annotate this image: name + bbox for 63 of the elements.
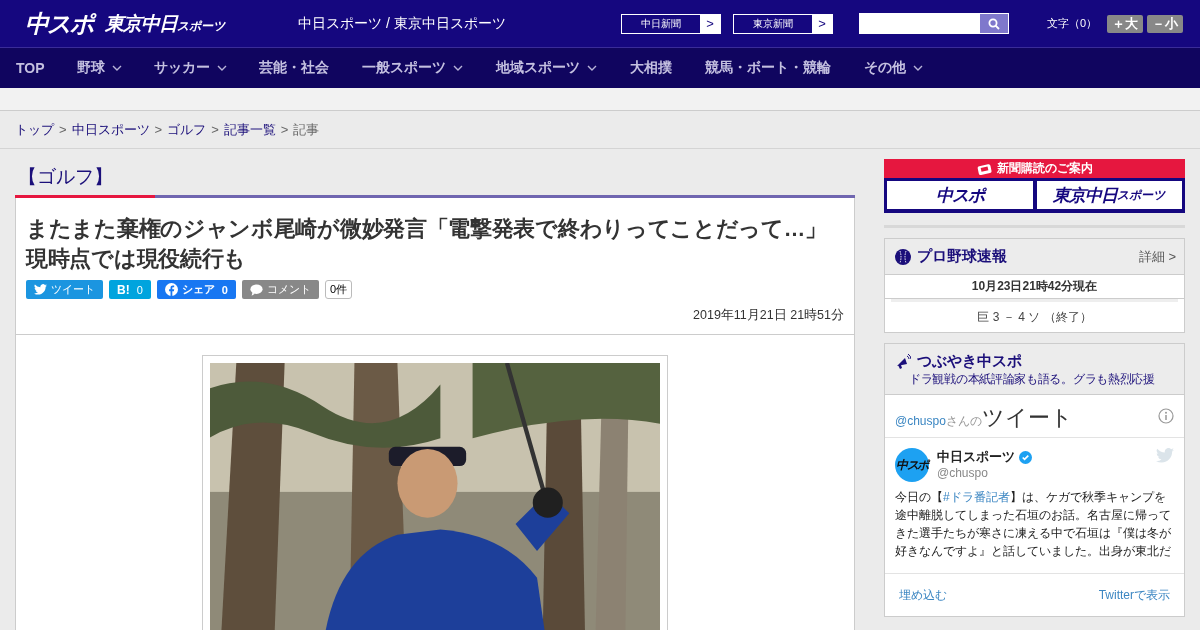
- article-date: 2019年11月21日 21時51分: [692, 307, 844, 324]
- breadcrumb-separator: >: [280, 122, 289, 137]
- breadcrumb-item[interactable]: ゴルフ: [167, 120, 207, 139]
- widget-title: つぶやき中スポ: [917, 352, 1022, 371]
- account-avatar[interactable]: 中スポ: [895, 448, 929, 482]
- nav-item[interactable]: 一般スポーツ: [361, 59, 463, 77]
- newspaper-logo[interactable]: 東京中日スポーツ: [1036, 181, 1182, 209]
- search-field[interactable]: [859, 13, 1009, 34]
- comment-count: 0件: [324, 280, 353, 299]
- newspaper-link[interactable]: 東京新聞 >: [733, 13, 833, 34]
- baseball-icon: [895, 248, 911, 265]
- hashtag-link[interactable]: #ドラ番記者: [943, 490, 1010, 504]
- subscription-title: 新聞購読のご案内: [884, 159, 1185, 178]
- timeline-heading: ツイート: [981, 404, 1074, 432]
- search-icon: [988, 17, 1000, 30]
- account-link[interactable]: @chuspo: [895, 414, 946, 428]
- game-score[interactable]: 巨 3 － 4 ソ （終了）: [977, 310, 1092, 324]
- nav-item[interactable]: 競馬・ボート・競輪: [704, 59, 831, 77]
- subscription-banner[interactable]: 新聞購読のご案内 中スポ 東京中日スポーツ: [884, 159, 1185, 213]
- tokyo-logo[interactable]: 東京中日スポーツ: [105, 10, 225, 37]
- breadcrumb-separator: >: [154, 122, 163, 137]
- share-button[interactable]: コメント: [241, 280, 319, 299]
- nav-item[interactable]: 大相撲: [629, 59, 672, 77]
- nav-item[interactable]: 野球: [76, 59, 122, 77]
- newspaper-link[interactable]: 中日新聞 >: [621, 13, 721, 34]
- account-handle[interactable]: @chuspo: [937, 466, 1148, 480]
- widget-title: プロ野球速報: [917, 247, 1008, 266]
- font-size-label: 文字（0）: [1047, 16, 1098, 31]
- breadcrumb-item[interactable]: 記事一覧: [223, 120, 276, 139]
- info-icon[interactable]: [1158, 408, 1174, 424]
- breadcrumb-separator: >: [59, 122, 67, 137]
- widget-link[interactable]: Twitterで表示: [1098, 586, 1170, 604]
- nav-item[interactable]: サッカー: [153, 59, 227, 77]
- nav-item[interactable]: その他: [863, 59, 923, 77]
- share-button[interactable]: シェア 0: [156, 280, 236, 299]
- category-label: 【ゴルフ】: [17, 165, 114, 189]
- account-name[interactable]: 中日スポーツ: [937, 448, 1015, 466]
- article-title: 現時点では現役続行も: [26, 246, 246, 273]
- newspaper-logo[interactable]: 中スポ: [887, 181, 1033, 209]
- bird-icon: [1156, 448, 1174, 463]
- breadcrumb-item[interactable]: トップ: [15, 120, 54, 139]
- article-title: またまた棄権のジャンボ尾崎が微妙発言「電撃発表で終わりってことだって…」: [26, 216, 827, 243]
- font-size-button[interactable]: －小: [1147, 14, 1184, 33]
- breadcrumb-separator: >: [211, 122, 219, 137]
- nav-item[interactable]: TOP: [16, 60, 45, 76]
- facebook-icon: [164, 283, 178, 296]
- update-time: 10月23日21時42分現在: [885, 275, 1184, 299]
- speech-bubble-icon: [249, 283, 263, 296]
- breadcrumb-item[interactable]: 中日スポーツ: [71, 120, 150, 139]
- tweet-text: 今日の【#ドラ番記者】は、ケガで秋季キャンプを途中離脱してしまった石垣のお話。名古屋に帰ってきた選手たちが寒さに凍える中で石垣は『僕は冬が好きなんですよ』と話していました。出身が東北だ: [895, 489, 1172, 560]
- nav-item[interactable]: 地域スポーツ: [495, 59, 597, 77]
- megaphone-icon: [895, 353, 911, 370]
- detail-link[interactable]: 詳細 >: [1138, 247, 1176, 266]
- bird-icon: [34, 284, 47, 295]
- widget-subtitle: ドラ観戦の本紙評論家も語る。グラも熱烈応援: [909, 371, 1156, 388]
- widget-link[interactable]: 埋め込む: [899, 586, 947, 604]
- nav-item[interactable]: 芸能・社会: [258, 59, 329, 77]
- site-title: 中日スポーツ / 東京中日スポーツ: [298, 14, 507, 33]
- heading-suffix: さんの: [945, 414, 982, 430]
- font-size-button[interactable]: ＋大: [1107, 14, 1144, 33]
- ticket-icon: [976, 162, 993, 175]
- breadcrumb-item: 記事: [293, 120, 320, 139]
- search-button[interactable]: [980, 14, 1008, 33]
